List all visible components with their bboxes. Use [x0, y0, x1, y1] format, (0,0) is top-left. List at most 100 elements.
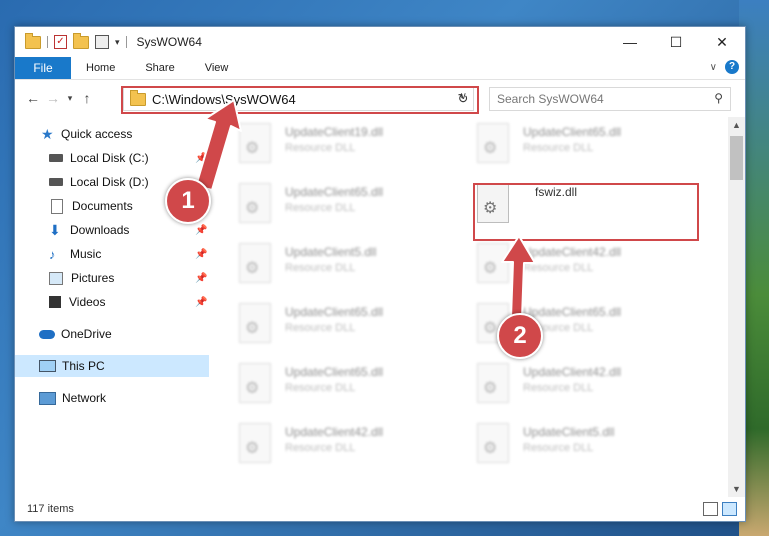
nav-item-downloads[interactable]: ⬇ Downloads [49, 219, 129, 241]
file-item[interactable]: ⚙ UpdateClient42.dll Resource DLL [453, 241, 673, 285]
download-arrow-icon: ⬇ [49, 221, 61, 238]
nav-item-pictures[interactable]: Pictures [49, 267, 114, 289]
window-title: SysWOW64 [136, 35, 202, 49]
dll-file-icon: ⚙ [239, 183, 271, 223]
nav-item-documents[interactable]: Documents [51, 195, 133, 217]
tab-home[interactable]: Home [71, 57, 130, 79]
network-icon [39, 391, 56, 405]
nav-onedrive[interactable]: OneDrive [39, 323, 112, 345]
pin-icon: 📌 [195, 249, 208, 260]
annotation-highlight-file [473, 183, 699, 241]
nav-label: Quick access [61, 127, 133, 141]
dll-file-icon: ⚙ [239, 243, 271, 283]
navigation-pane: ★ Quick access Local Disk (C:) 📌 Local D… [15, 117, 211, 497]
nav-item-music[interactable]: ♪ Music [49, 243, 101, 265]
pin-icon: 📌 [195, 225, 208, 236]
drive-icon [49, 154, 63, 162]
step-2-badge: 2 [497, 313, 543, 359]
expand-ribbon-icon[interactable]: ∨ [710, 62, 717, 73]
file-item[interactable]: ⚙ UpdateClient42.dll Resource DLL [215, 421, 435, 465]
nav-item-local-disk-c[interactable]: Local Disk (C:) [49, 147, 149, 169]
maximize-button[interactable]: ☐ [653, 27, 699, 57]
status-bar: 117 items [15, 497, 745, 521]
file-item[interactable]: ⚙ UpdateClient65.dll Resource DLL [453, 301, 673, 345]
star-icon: ★ [41, 125, 54, 142]
recent-locations-icon[interactable]: ▾ [63, 93, 77, 104]
nav-item-videos[interactable]: Videos [49, 291, 105, 313]
minimize-button[interactable]: — [607, 27, 653, 57]
dll-file-icon: ⚙ [239, 423, 271, 463]
file-description: Resource DLL [523, 262, 594, 274]
file-description: Resource DLL [285, 262, 356, 274]
file-description: Resource DLL [523, 442, 594, 454]
file-name: UpdateClient42.dll [285, 425, 384, 439]
separator [125, 36, 127, 48]
file-description: Resource DLL [523, 382, 594, 394]
nav-quick-access[interactable]: ★ Quick access [41, 123, 132, 145]
rename-icon[interactable] [95, 35, 109, 49]
chevron-down-icon[interactable]: ▾ [115, 37, 120, 48]
video-icon [49, 296, 61, 308]
nav-item-local-disk-d[interactable]: Local Disk (D:) [49, 171, 149, 193]
dll-file-icon: ⚙ [239, 363, 271, 403]
scroll-up-icon[interactable]: ▲ [728, 117, 745, 133]
ribbon-tabs: File Home Share View ∨ ? [15, 57, 745, 80]
file-description: Resource DLL [523, 142, 594, 154]
file-list: ⚙ UpdateClient19.dll Resource DLL ⚙ Upda… [215, 117, 725, 497]
step-1-badge: 1 [165, 178, 211, 224]
nav-label: Local Disk (C:) [70, 151, 149, 165]
view-switcher [703, 502, 737, 516]
file-description: Resource DLL [285, 142, 356, 154]
cloud-icon [39, 329, 55, 339]
dll-file-icon: ⚙ [239, 303, 271, 343]
file-item[interactable]: ⚙ UpdateClient5.dll Resource DLL [215, 241, 435, 285]
ribbon-right-controls: ∨ ? [710, 60, 739, 74]
file-item[interactable]: ⚙ UpdateClient65.dll Resource DLL [453, 121, 673, 165]
vertical-scrollbar[interactable]: ▲ ▼ [728, 117, 745, 497]
nav-network[interactable]: Network [39, 387, 106, 409]
properties-check-icon[interactable]: ✓ [54, 35, 67, 49]
scroll-thumb[interactable] [730, 136, 743, 180]
file-item[interactable]: ⚙ UpdateClient65.dll Resource DLL [215, 301, 435, 345]
file-item[interactable]: ⚙ UpdateClient65.dll Resource DLL [215, 361, 435, 405]
dll-file-icon: ⚙ [477, 123, 509, 163]
file-name: UpdateClient65.dll [285, 365, 384, 379]
tiles-view-icon[interactable] [722, 502, 737, 516]
file-item[interactable]: ⚙ UpdateClient5.dll Resource DLL [453, 421, 673, 465]
nav-label: Network [62, 391, 107, 405]
details-view-icon[interactable] [703, 502, 718, 516]
separator [47, 36, 48, 48]
drive-icon [49, 178, 63, 186]
music-note-icon: ♪ [49, 246, 56, 262]
search-placeholder: Search SysWOW64 [497, 92, 604, 106]
help-icon[interactable]: ? [725, 60, 739, 74]
address-row: ← → ▾ ↑ C:\Windows\SysWOW64 ∨ ↻ Search S… [15, 80, 745, 116]
nav-label: OneDrive [61, 327, 112, 341]
annotation-highlight-address [121, 86, 479, 114]
nav-this-pc[interactable]: This PC [39, 355, 105, 377]
dll-file-icon: ⚙ [239, 123, 271, 163]
file-item[interactable]: ⚙ UpdateClient19.dll Resource DLL [215, 121, 435, 165]
tab-file[interactable]: File [15, 57, 71, 79]
up-arrow-icon[interactable]: ↑ [77, 90, 97, 106]
pin-icon: 📌 [195, 297, 208, 308]
nav-label: Downloads [70, 223, 130, 237]
computer-icon [39, 360, 56, 372]
tab-share[interactable]: Share [130, 57, 189, 79]
scroll-down-icon[interactable]: ▼ [728, 481, 745, 497]
new-folder-icon[interactable] [73, 32, 89, 49]
dll-file-icon: ⚙ [477, 363, 509, 403]
file-description: Resource DLL [285, 382, 356, 394]
tab-view[interactable]: View [190, 57, 244, 79]
pin-icon: 📌 [195, 153, 208, 164]
search-input[interactable]: Search SysWOW64 ⚲ [489, 87, 731, 111]
item-count: 117 items [27, 503, 74, 515]
back-arrow-icon[interactable]: ← [23, 90, 43, 106]
file-item[interactable]: ⚙ UpdateClient65.dll Resource DLL [215, 181, 435, 225]
file-name: UpdateClient42.dll [523, 245, 622, 259]
title-bar: ✓ ▾ SysWOW64 — ☐ ✕ [15, 27, 745, 57]
file-description: Resource DLL [285, 442, 356, 454]
file-item[interactable]: ⚙ UpdateClient42.dll Resource DLL [453, 361, 673, 405]
forward-arrow-icon[interactable]: → [43, 90, 63, 106]
close-button[interactable]: ✕ [699, 27, 745, 57]
